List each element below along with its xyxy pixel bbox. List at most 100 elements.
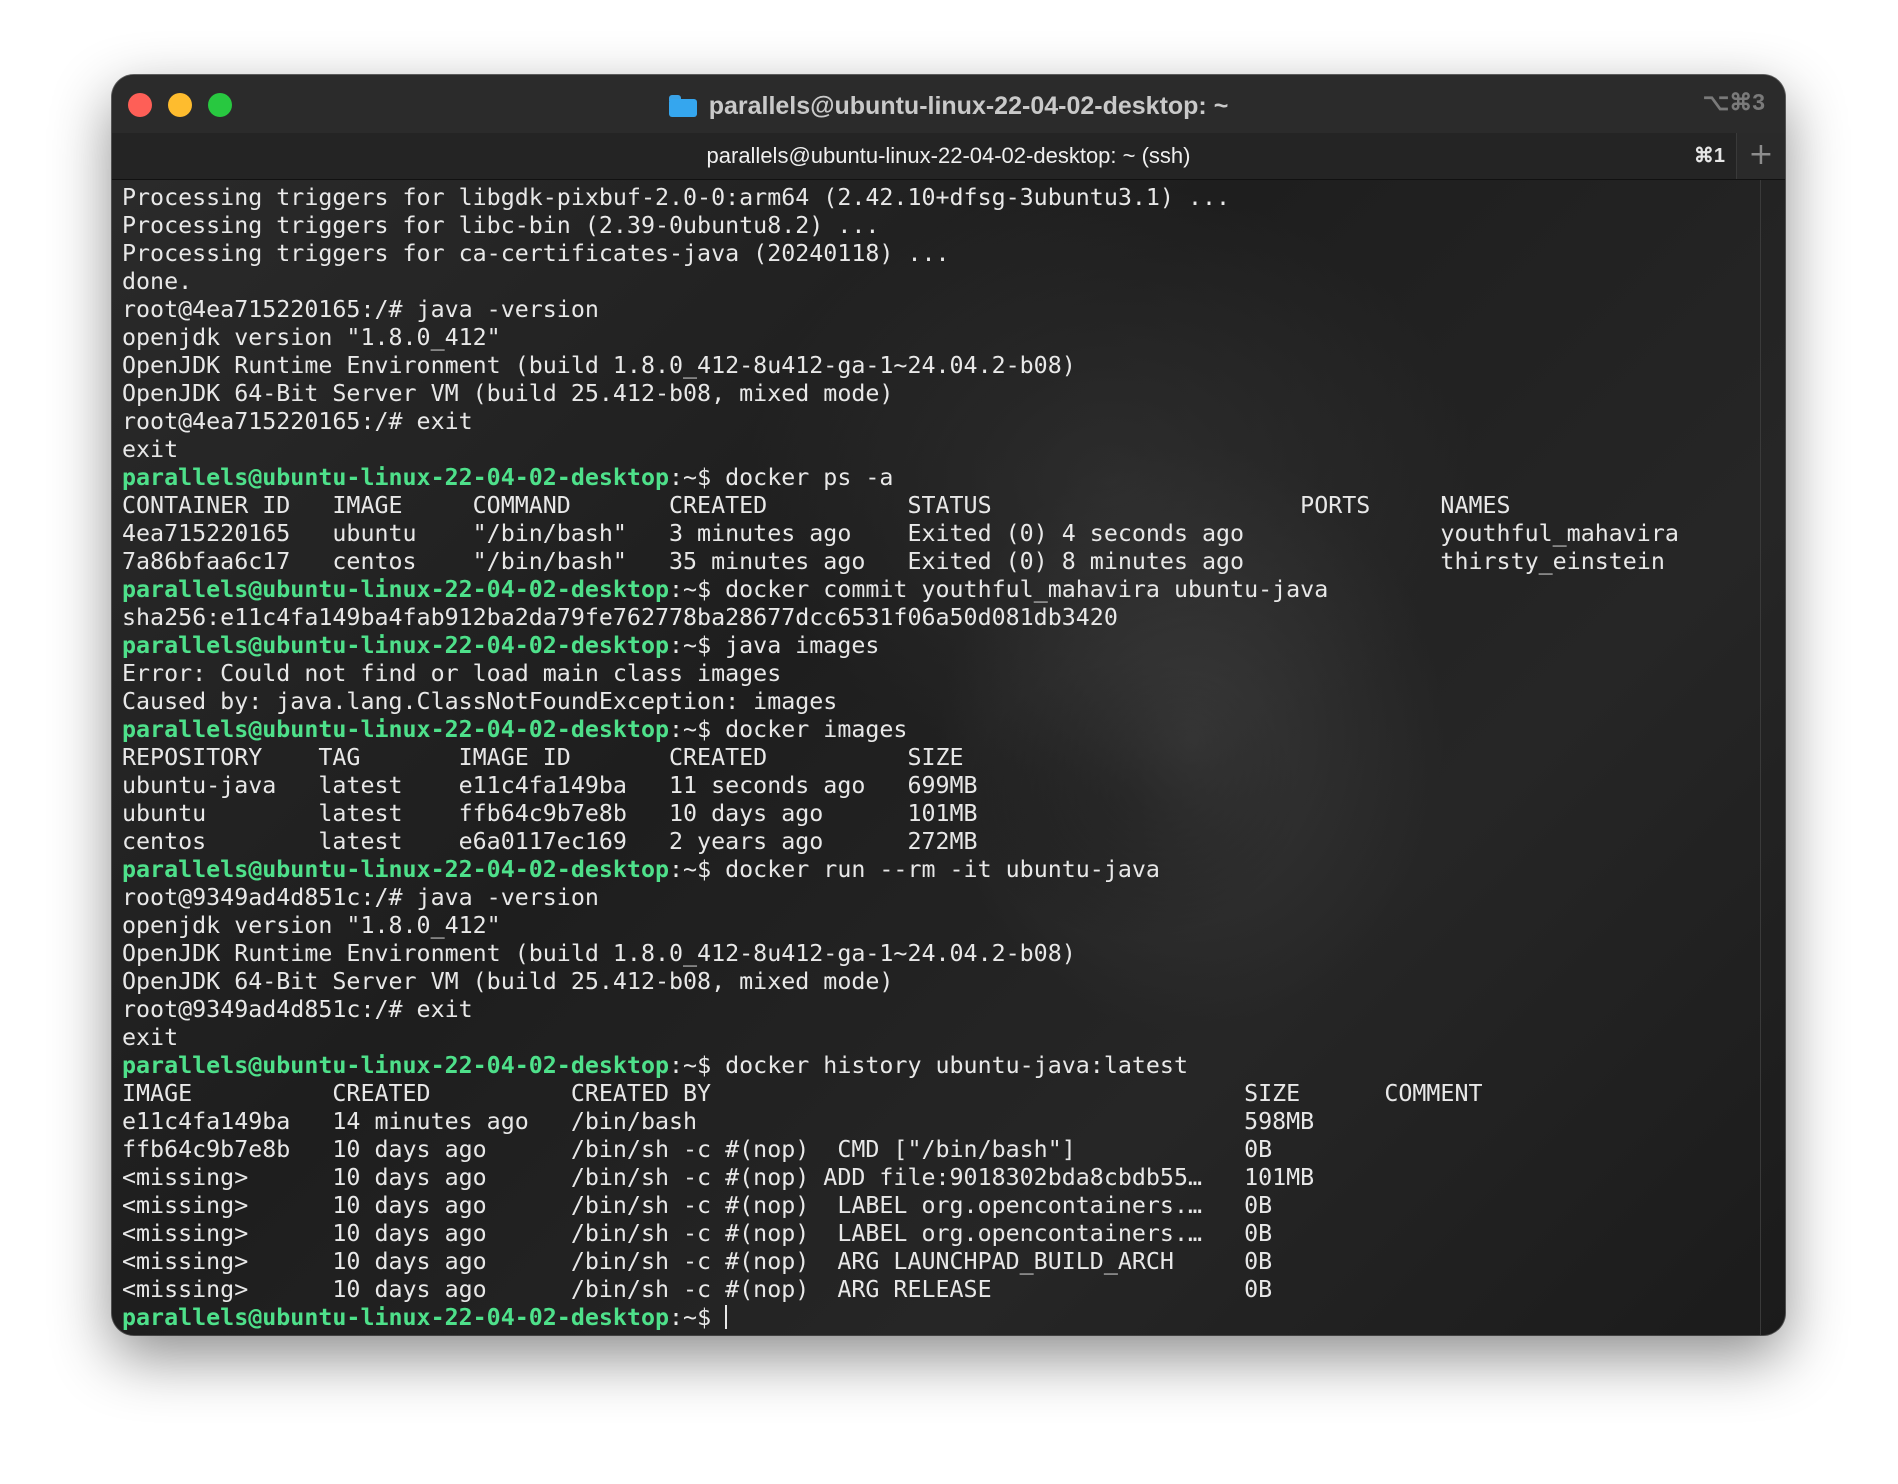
window-shortcut: ⌥⌘3 [1702,89,1765,115]
prompt-line: parallels@ubuntu-linux-22-04-02-desktop:… [122,1052,1679,1080]
output-line: exit [122,1024,1679,1052]
output-text: openjdk version "1.8.0_412" [122,324,501,351]
output-text: openjdk version "1.8.0_412" [122,912,501,939]
output-line: ubuntu latest ffb64c9b7e8b 10 days ago 1… [122,800,1679,828]
output-line: OpenJDK Runtime Environment (build 1.8.0… [122,352,1679,380]
prompt-user-host: parallels@ubuntu-linux-22-04-02-desktop [122,1052,670,1079]
output-text: <missing> 10 days ago /bin/sh -c #(nop) … [122,1164,1315,1191]
command-text: docker ps -a [711,464,894,491]
output-text: root@4ea715220165:/# java -version [122,296,599,323]
prompt-line: parallels@ubuntu-linux-22-04-02-desktop:… [122,632,1679,660]
prompt-path: :~$ [669,576,712,603]
tab-bar: parallels@ubuntu-linux-22-04-02-desktop:… [112,133,1785,179]
command-text [711,1304,725,1331]
window-title: parallels@ubuntu-linux-22-04-02-desktop:… [708,91,1229,120]
output-line: <missing> 10 days ago /bin/sh -c #(nop) … [122,1164,1679,1192]
output-line: CONTAINER ID IMAGE COMMAND CREATED STATU… [122,492,1679,520]
prompt-line: parallels@ubuntu-linux-22-04-02-desktop:… [122,576,1679,604]
output-line: Processing triggers for libgdk-pixbuf-2.… [122,184,1679,212]
output-line: root@9349ad4d851c:/# java -version [122,884,1679,912]
output-line: root@4ea715220165:/# java -version [122,296,1679,324]
output-text: 7a86bfaa6c17 centos "/bin/bash" 35 minut… [122,548,1665,575]
output-text: <missing> 10 days ago /bin/sh -c #(nop) … [122,1220,1273,1247]
output-text: e11c4fa149ba 14 minutes ago /bin/bash 59… [122,1108,1315,1135]
output-text: sha256:e11c4fa149ba4fab912ba2da79fe76277… [122,604,1118,631]
output-text: Processing triggers for libgdk-pixbuf-2.… [122,184,1231,211]
output-text: ffb64c9b7e8b 10 days ago /bin/sh -c #(no… [122,1136,1273,1163]
output-line: OpenJDK 64-Bit Server VM (build 25.412-b… [122,968,1679,996]
output-text: OpenJDK Runtime Environment (build 1.8.0… [122,352,1076,379]
prompt-line: parallels@ubuntu-linux-22-04-02-desktop:… [122,1304,1679,1332]
output-line: done. [122,268,1679,296]
terminal-lines: Processing triggers for libgdk-pixbuf-2.… [122,184,1679,1332]
output-line: exit [122,436,1679,464]
window-title-row: parallels@ubuntu-linux-22-04-02-desktop:… [112,89,1785,123]
output-line: OpenJDK Runtime Environment (build 1.8.0… [122,940,1679,968]
output-line: OpenJDK 64-Bit Server VM (build 25.412-b… [122,380,1679,408]
prompt-user-host: parallels@ubuntu-linux-22-04-02-desktop [122,632,670,659]
title-bar[interactable]: parallels@ubuntu-linux-22-04-02-desktop:… [112,75,1785,180]
output-text: OpenJDK 64-Bit Server VM (build 25.412-b… [122,380,894,407]
prompt-line: parallels@ubuntu-linux-22-04-02-desktop:… [122,464,1679,492]
output-line: Caused by: java.lang.ClassNotFoundExcept… [122,688,1679,716]
output-text: ubuntu latest ffb64c9b7e8b 10 days ago 1… [122,800,978,827]
prompt-path: :~$ [669,464,712,491]
prompt-path: :~$ [669,632,712,659]
prompt-user-host: parallels@ubuntu-linux-22-04-02-desktop [122,856,670,883]
command-text: docker history ubuntu-java:latest [711,1052,1188,1079]
text-cursor [725,1305,728,1329]
output-text: IMAGE CREATED CREATED BY SIZE COMMENT [122,1080,1483,1107]
tab-ssh[interactable]: parallels@ubuntu-linux-22-04-02-desktop:… [112,133,1785,179]
prompt-path: :~$ [669,716,712,743]
output-line: openjdk version "1.8.0_412" [122,912,1679,940]
terminal-output[interactable]: Processing triggers for libgdk-pixbuf-2.… [112,180,1785,1335]
output-line: <missing> 10 days ago /bin/sh -c #(nop) … [122,1192,1679,1220]
output-line: REPOSITORY TAG IMAGE ID CREATED SIZE [122,744,1679,772]
output-line: Processing triggers for libc-bin (2.39-0… [122,212,1679,240]
output-line: root@4ea715220165:/# exit [122,408,1679,436]
output-line: Processing triggers for ca-certificates-… [122,240,1679,268]
command-text: java images [711,632,880,659]
output-line: 4ea715220165 ubuntu "/bin/bash" 3 minute… [122,520,1679,548]
output-text: centos latest e6a0117ec169 2 years ago 2… [122,828,978,855]
output-text: 4ea715220165 ubuntu "/bin/bash" 3 minute… [122,520,1679,547]
prompt-line: parallels@ubuntu-linux-22-04-02-desktop:… [122,716,1679,744]
prompt-path: :~$ [669,1304,712,1331]
prompt-path: :~$ [669,856,712,883]
output-text: Processing triggers for libc-bin (2.39-0… [122,212,880,239]
new-tab-button[interactable]: + [1736,133,1785,179]
command-text: docker images [711,716,908,743]
output-text: <missing> 10 days ago /bin/sh -c #(nop) … [122,1248,1273,1275]
output-text: <missing> 10 days ago /bin/sh -c #(nop) … [122,1276,1273,1303]
output-text: root@4ea715220165:/# exit [122,408,473,435]
terminal-window: parallels@ubuntu-linux-22-04-02-desktop:… [112,75,1785,1335]
prompt-line: parallels@ubuntu-linux-22-04-02-desktop:… [122,856,1679,884]
output-text: <missing> 10 days ago /bin/sh -c #(nop) … [122,1192,1273,1219]
command-text: docker run --rm -it ubuntu-java [711,856,1160,883]
tab-shortcut: ⌘1 [1693,145,1725,167]
output-line: IMAGE CREATED CREATED BY SIZE COMMENT [122,1080,1679,1108]
output-text: exit [122,436,179,463]
output-line: openjdk version "1.8.0_412" [122,324,1679,352]
output-text: root@9349ad4d851c:/# java -version [122,884,599,911]
output-text: CONTAINER ID IMAGE COMMAND CREATED STATU… [122,492,1511,519]
prompt-user-host: parallels@ubuntu-linux-22-04-02-desktop [122,576,670,603]
output-text: Processing triggers for ca-certificates-… [122,240,950,267]
prompt-user-host: parallels@ubuntu-linux-22-04-02-desktop [122,716,670,743]
output-text: OpenJDK Runtime Environment (build 1.8.0… [122,940,1076,967]
output-text: exit [122,1024,179,1051]
prompt-user-host: parallels@ubuntu-linux-22-04-02-desktop [122,464,670,491]
output-text: Error: Could not find or load main class… [122,660,782,687]
prompt-path: :~$ [669,1052,712,1079]
prompt-user-host: parallels@ubuntu-linux-22-04-02-desktop [122,1304,670,1331]
output-line: root@9349ad4d851c:/# exit [122,996,1679,1024]
output-line: <missing> 10 days ago /bin/sh -c #(nop) … [122,1276,1679,1304]
scroll-track [1760,180,1761,1335]
output-text: OpenJDK 64-Bit Server VM (build 25.412-b… [122,968,894,995]
output-text: REPOSITORY TAG IMAGE ID CREATED SIZE [122,744,964,771]
output-text: Caused by: java.lang.ClassNotFoundExcept… [122,688,838,715]
output-text: done. [122,268,193,295]
output-line: e11c4fa149ba 14 minutes ago /bin/bash 59… [122,1108,1679,1136]
output-text: root@9349ad4d851c:/# exit [122,996,473,1023]
output-line: sha256:e11c4fa149ba4fab912ba2da79fe76277… [122,604,1679,632]
